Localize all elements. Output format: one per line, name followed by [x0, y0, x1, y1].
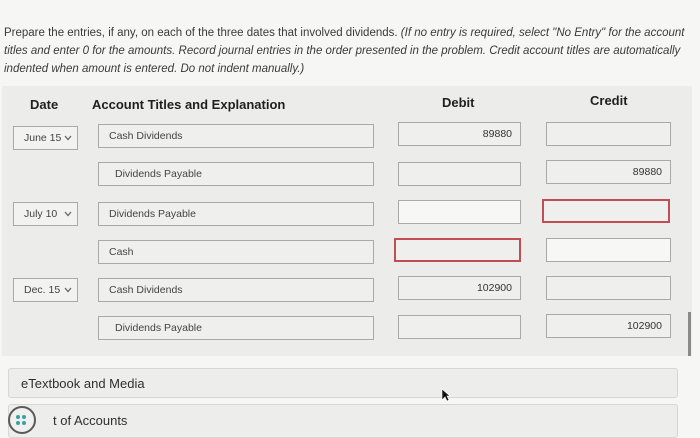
- debit-field[interactable]: 89880: [398, 122, 521, 146]
- accounts-link-label[interactable]: t of Accounts: [53, 413, 127, 428]
- etextbook-label: eTextbook and Media: [21, 376, 145, 391]
- credit-field[interactable]: 89880: [546, 160, 671, 184]
- debit-field[interactable]: [398, 162, 521, 186]
- credit-field[interactable]: [546, 238, 671, 262]
- account-field[interactable]: Cash Dividends: [98, 124, 374, 148]
- instructions-lead: Prepare the entries, if any, on each of …: [4, 27, 401, 39]
- credit-field[interactable]: 102900: [546, 314, 671, 338]
- date-select-july-10[interactable]: July 10: [13, 202, 78, 226]
- date-select-label: July 10: [24, 208, 58, 220]
- list-icon[interactable]: [8, 406, 36, 434]
- chevron-down-icon: [63, 284, 73, 296]
- etextbook-panel[interactable]: eTextbook and Media: [8, 368, 678, 398]
- instructions: Prepare the entries, if any, on each of …: [4, 24, 694, 78]
- date-select-dec-15[interactable]: Dec. 15: [13, 278, 78, 302]
- account-field[interactable]: Dividends Payable: [98, 162, 374, 186]
- header-account: Account Titles and Explanation: [92, 97, 286, 112]
- date-select-label: Dec. 15: [24, 284, 61, 296]
- accounts-panel[interactable]: t of Accounts: [8, 404, 678, 438]
- date-select-label: June 15: [24, 132, 62, 144]
- account-field[interactable]: Dividends Payable: [98, 202, 374, 226]
- chevron-down-icon: [63, 132, 73, 144]
- account-field[interactable]: Cash: [98, 240, 374, 264]
- debit-field[interactable]: 102900: [398, 276, 521, 300]
- credit-field-error[interactable]: [542, 199, 670, 223]
- date-select-june-15[interactable]: June 15: [13, 126, 78, 150]
- credit-field[interactable]: [546, 122, 671, 146]
- debit-field[interactable]: [398, 200, 521, 224]
- header-credit: Credit: [590, 93, 628, 108]
- header-date: Date: [30, 97, 59, 112]
- chevron-down-icon: [63, 208, 73, 220]
- account-field[interactable]: Cash Dividends: [98, 278, 374, 302]
- debit-field[interactable]: [398, 315, 521, 339]
- header-debit: Debit: [442, 95, 475, 110]
- credit-field[interactable]: [546, 276, 671, 300]
- scroll-indicator: [688, 312, 691, 356]
- debit-field-error[interactable]: [394, 238, 521, 262]
- account-field[interactable]: Dividends Payable: [98, 316, 374, 340]
